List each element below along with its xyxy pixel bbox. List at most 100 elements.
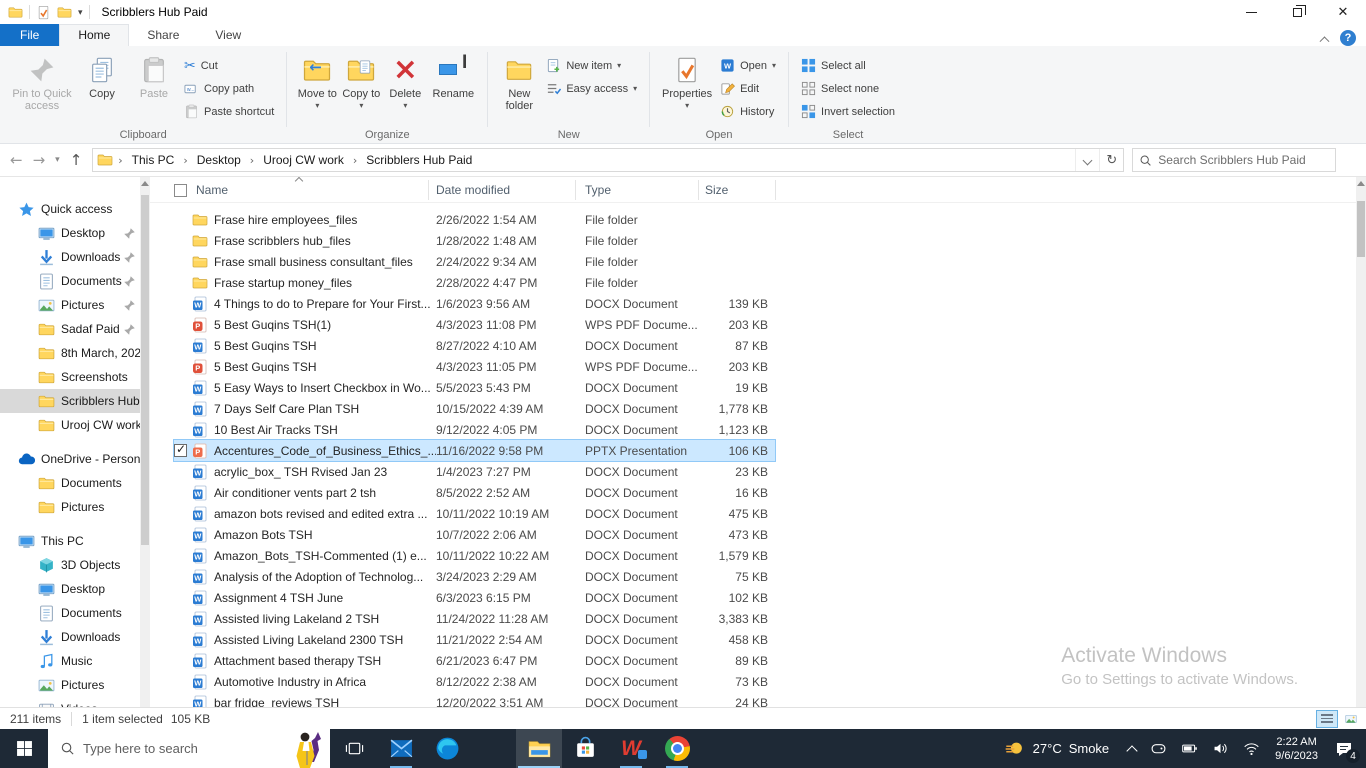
sidebar-item-downloads[interactable]: Downloads — [0, 625, 140, 649]
row-checkbox[interactable] — [174, 650, 192, 671]
tab-view[interactable]: View — [197, 25, 259, 46]
copy-path-button[interactable]: Copy path — [180, 77, 278, 100]
file-row[interactable]: 5 Best Guqins TSH 8/27/2022 4:10 AM DOCX… — [174, 335, 775, 356]
row-checkbox[interactable] — [174, 608, 192, 629]
close-button[interactable]: ✕ — [1320, 0, 1366, 24]
row-checkbox[interactable] — [174, 314, 192, 335]
row-checkbox[interactable] — [174, 461, 192, 482]
file-row[interactable]: Assignment 4 TSH June 6/3/2023 6:15 PM D… — [174, 587, 775, 608]
file-row[interactable]: 4 Things to do to Prepare for Your First… — [174, 293, 775, 314]
task-view-button[interactable] — [330, 729, 378, 768]
battery-button[interactable] — [1174, 729, 1205, 768]
sidebar-scrollbar-thumb[interactable] — [141, 195, 149, 545]
column-divider[interactable] — [575, 180, 576, 200]
action-center-button[interactable]: 4 — [1326, 729, 1366, 768]
taskbar-app-chrome[interactable] — [654, 729, 700, 768]
column-divider[interactable] — [775, 180, 776, 200]
cut-button[interactable]: ✂ Cut — [180, 54, 278, 77]
file-row[interactable]: 5 Best Guqins TSH(1) 4/3/2023 11:08 PM W… — [174, 314, 775, 335]
file-row[interactable]: Frase scribblers hub_files 1/28/2022 1:4… — [174, 230, 775, 251]
file-row[interactable]: 5 Best Guqins TSH 4/3/2023 11:05 PM WPS … — [174, 356, 775, 377]
taskbar-app-wps[interactable]: W — [608, 729, 654, 768]
help-icon[interactable]: ? — [1340, 30, 1356, 46]
row-checkbox[interactable] — [174, 293, 192, 314]
file-row[interactable]: ✓ Accentures_Code_of_Business_Ethics_...… — [173, 439, 776, 462]
file-row[interactable]: Analysis of the Adoption of Technolog...… — [174, 566, 775, 587]
taskbar-search-input[interactable] — [83, 741, 282, 756]
qat-properties-icon[interactable] — [36, 5, 51, 20]
sidebar-item-pictures[interactable]: Pictures — [0, 673, 140, 697]
taskbar-app-edge[interactable] — [424, 729, 470, 768]
easy-access-button[interactable]: Easy access ▾ — [542, 77, 641, 100]
row-checkbox[interactable]: ✓ — [174, 440, 192, 461]
qat-new-folder-icon[interactable] — [57, 5, 72, 20]
minimize-ribbon-icon[interactable] — [1319, 35, 1330, 46]
file-row[interactable]: 5 Easy Ways to Insert Checkbox in Wo... … — [174, 377, 775, 398]
sidebar-section-this-pc[interactable]: This PC — [0, 529, 140, 553]
row-checkbox[interactable] — [174, 566, 192, 587]
row-checkbox[interactable] — [174, 629, 192, 650]
search-highlight-freddie-image[interactable] — [290, 729, 330, 768]
row-checkbox[interactable] — [174, 251, 192, 272]
file-row[interactable]: Frase startup money_files 2/28/2022 4:47… — [174, 272, 775, 293]
row-checkbox[interactable] — [174, 503, 192, 524]
sidebar-item-desktop[interactable]: Desktop — [0, 221, 140, 245]
explorer-search-box[interactable] — [1132, 148, 1337, 172]
volume-button[interactable] — [1205, 729, 1236, 768]
file-row[interactable]: 10 Best Air Tracks TSH 9/12/2022 4:05 PM… — [174, 419, 775, 440]
sidebar-item-scribblers-hub-p[interactable]: Scribblers Hub P — [0, 389, 140, 413]
taskbar-app-store[interactable] — [562, 729, 608, 768]
file-row[interactable]: Amazon_Bots_TSH-Commented (1) e... 10/11… — [174, 545, 775, 566]
row-checkbox[interactable] — [174, 230, 192, 251]
new-item-button[interactable]: New item ▾ — [542, 54, 641, 77]
tab-file[interactable]: File — [0, 24, 60, 46]
row-checkbox[interactable] — [174, 419, 192, 440]
row-checkbox[interactable] — [174, 398, 192, 419]
back-button[interactable]: ← — [10, 151, 23, 169]
address-dropdown-button[interactable] — [1075, 149, 1099, 171]
column-divider[interactable] — [428, 180, 429, 200]
file-row[interactable]: Assisted Living Lakeland 2300 TSH 11/21/… — [174, 629, 775, 650]
taskbar-app-mail[interactable] — [378, 729, 424, 768]
taskbar-app-office[interactable] — [470, 729, 516, 768]
refresh-button[interactable]: ↻ — [1099, 149, 1123, 171]
file-row[interactable]: Assisted living Lakeland 2 TSH 11/24/202… — [174, 608, 775, 629]
properties-button[interactable]: Properties ▾ — [658, 50, 716, 114]
explorer-search-input[interactable] — [1158, 153, 1330, 167]
move-to-button[interactable]: ← Move to ▾ — [295, 50, 339, 114]
column-header-date-modified[interactable]: Date modified — [436, 183, 510, 197]
rename-button[interactable]: I Rename — [427, 50, 479, 102]
sidebar-section-quick-access[interactable]: Quick access — [0, 197, 140, 221]
row-checkbox[interactable] — [174, 545, 192, 566]
header-checkbox[interactable] — [174, 184, 187, 197]
breadcrumb-scribblers-hub-paid[interactable]: Scribblers Hub Paid — [362, 151, 476, 169]
row-checkbox[interactable] — [174, 671, 192, 692]
sidebar-item-8th-march-2022[interactable]: 8th March, 2022 — [0, 341, 140, 365]
copy-to-button[interactable]: Copy to ▾ — [339, 50, 383, 114]
sidebar-item-screenshots[interactable]: Screenshots — [0, 365, 140, 389]
column-header-size[interactable]: Size — [705, 183, 728, 197]
file-row[interactable]: Frase small business consultant_files 2/… — [174, 251, 775, 272]
restore-button[interactable] — [1274, 0, 1320, 24]
file-row[interactable]: Frase hire employees_files 2/26/2022 1:5… — [174, 209, 775, 230]
select-none-button[interactable]: Select none — [797, 77, 899, 100]
hidden-icons-button[interactable] — [1121, 729, 1143, 768]
pin-to-quick-access-button[interactable]: Pin to Quick access — [8, 50, 76, 114]
sidebar-item-pictures[interactable]: Pictures — [0, 495, 140, 519]
start-button[interactable] — [0, 729, 48, 768]
sidebar-item-sadaf-paid[interactable]: Sadaf Paid — [0, 317, 140, 341]
sidebar-scrollbar[interactable] — [140, 177, 150, 746]
paste-shortcut-button[interactable]: Paste shortcut — [180, 100, 278, 123]
select-all-button[interactable]: Select all — [797, 54, 899, 77]
minimize-button[interactable] — [1228, 0, 1274, 24]
file-list-scrollbar[interactable] — [1356, 177, 1366, 746]
row-checkbox[interactable] — [174, 335, 192, 356]
qat-customize-dropdown-icon[interactable]: ▾ — [78, 7, 83, 18]
column-header-type[interactable]: Type — [585, 183, 611, 197]
file-row[interactable]: acrylic_box_ TSH Rvised Jan 23 1/4/2023 … — [174, 461, 775, 482]
sidebar-item-pictures[interactable]: Pictures — [0, 293, 140, 317]
row-checkbox[interactable] — [174, 587, 192, 608]
tab-home[interactable]: Home — [59, 24, 130, 46]
breadcrumb-bar[interactable]: › This PC › Desktop › Urooj CW work › Sc… — [92, 148, 1125, 172]
meet-now-button[interactable] — [1143, 729, 1174, 768]
